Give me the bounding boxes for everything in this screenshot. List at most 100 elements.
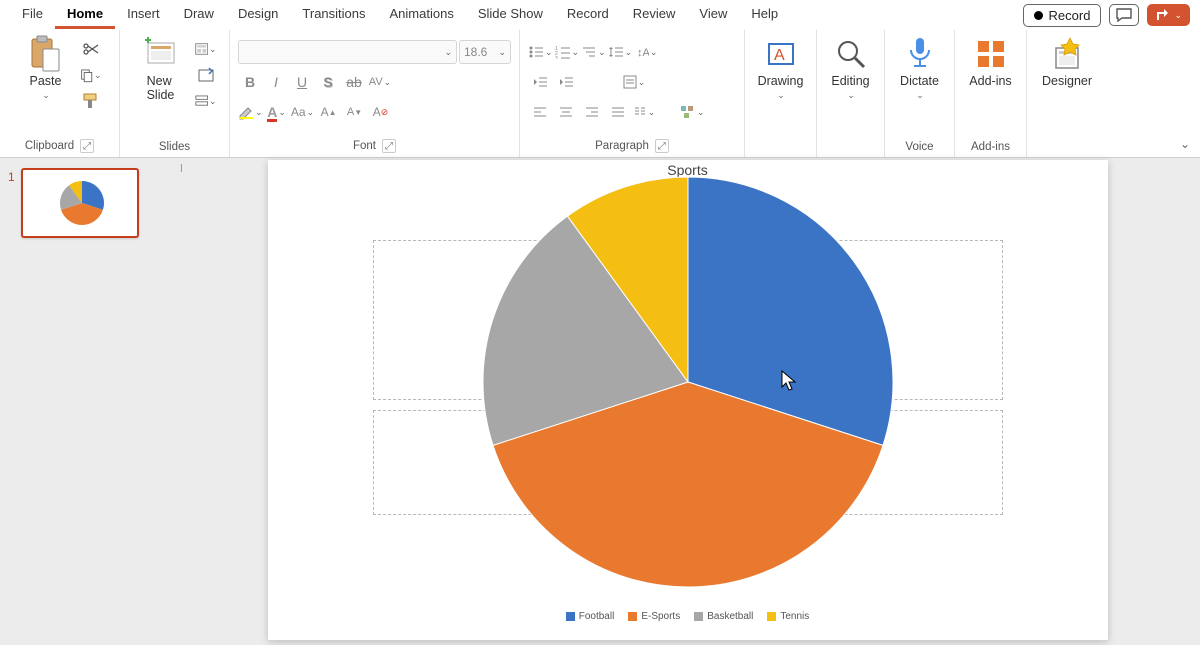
bold-button[interactable]: B — [238, 70, 262, 94]
align-center-button[interactable] — [554, 100, 578, 124]
new-slide-button[interactable]: New Slide — [133, 34, 189, 104]
menu-tab-home[interactable]: Home — [55, 1, 115, 29]
legend-item: Basketball — [694, 611, 753, 622]
ribbon-collapse-button[interactable]: ⌄ — [1180, 137, 1190, 151]
slide-thumbnail-1[interactable] — [21, 168, 139, 238]
list-level-button[interactable]: ⌄ — [581, 40, 606, 64]
layout-button[interactable]: ⌄ — [195, 38, 217, 60]
numbering-button[interactable]: 123⌄ — [555, 40, 580, 64]
paragraph-label: Paragraph — [595, 140, 649, 152]
menu-tab-record[interactable]: Record — [555, 1, 621, 29]
strike-button[interactable]: ab — [342, 70, 366, 94]
reset-button[interactable] — [195, 64, 217, 86]
grow-font-button[interactable]: A▲ — [317, 100, 341, 124]
share-button[interactable]: ⌄ — [1147, 4, 1190, 26]
menu-tab-help[interactable]: Help — [739, 1, 790, 29]
menu-tab-view[interactable]: View — [687, 1, 739, 29]
record-button[interactable]: Record — [1023, 4, 1102, 27]
scissors-icon — [83, 41, 99, 57]
line-spacing-icon — [608, 45, 624, 59]
svg-text:A: A — [774, 47, 785, 64]
legend-swatch — [767, 612, 776, 621]
format-painter-button[interactable] — [80, 90, 102, 112]
slide-canvas-area[interactable]: Sports FootballE-SportsBasketballTennis — [175, 158, 1200, 645]
find-icon — [833, 36, 869, 72]
columns-icon — [633, 106, 647, 118]
font-color-button[interactable]: A⌄ — [265, 100, 289, 124]
clear-format-button[interactable]: A⊘ — [369, 100, 393, 124]
mic-icon — [902, 36, 938, 72]
bullets-icon — [528, 45, 544, 59]
smartart-icon — [680, 105, 696, 119]
decrease-indent-button[interactable] — [528, 70, 552, 94]
menu-bar: FileHomeInsertDrawDesignTransitionsAnima… — [0, 0, 1200, 30]
section-icon — [195, 93, 208, 109]
clipboard-launcher[interactable]: ⤢ — [80, 139, 94, 153]
align-left-button[interactable] — [528, 100, 552, 124]
legend-item: Football — [566, 611, 615, 622]
increase-indent-button[interactable] — [554, 70, 578, 94]
menu-tab-design[interactable]: Design — [226, 1, 290, 29]
menu-tab-slide-show[interactable]: Slide Show — [466, 1, 555, 29]
copy-button[interactable]: ⌄ — [80, 64, 102, 86]
menu-tab-transitions[interactable]: Transitions — [290, 1, 377, 29]
work-area: 1 Sports FootballE-SportsBasketballTenni… — [0, 158, 1200, 645]
font-launcher[interactable]: ⤢ — [382, 139, 396, 153]
record-label: Record — [1049, 8, 1091, 23]
pie-chart[interactable] — [478, 172, 898, 592]
drawing-label: Drawing — [758, 74, 804, 88]
numbering-icon: 123 — [555, 45, 571, 59]
paragraph-launcher[interactable]: ⤢ — [655, 139, 669, 153]
smartart-button[interactable]: ⌄ — [680, 100, 705, 124]
drawing-button[interactable]: A Drawing⌄ — [752, 34, 810, 103]
bullets-button[interactable]: ⌄ — [528, 40, 553, 64]
highlight-button[interactable]: ⌄ — [238, 100, 263, 124]
editing-button[interactable]: Editing⌄ — [823, 34, 879, 103]
menu-tab-animations[interactable]: Animations — [378, 1, 466, 29]
addins-group-label: Add-ins — [971, 141, 1010, 153]
font-name-combo[interactable]: ⌄ — [238, 40, 457, 64]
align-right-button[interactable] — [580, 100, 604, 124]
designer-icon — [1049, 36, 1085, 72]
underline-button[interactable]: U — [290, 70, 314, 94]
menu-tab-review[interactable]: Review — [621, 1, 688, 29]
svg-text:3: 3 — [555, 56, 558, 59]
addins-button[interactable]: Add-ins — [963, 34, 1019, 90]
addins-label: Add-ins — [969, 74, 1011, 88]
align-left-icon — [533, 106, 547, 118]
cut-button[interactable] — [80, 38, 102, 60]
justify-button[interactable] — [606, 100, 630, 124]
slide-thumbnail-panel[interactable]: 1 — [0, 158, 175, 645]
shadow-button[interactable]: S — [316, 70, 340, 94]
list-level-icon — [581, 45, 597, 59]
section-button[interactable]: ⌄ — [195, 90, 217, 112]
columns-button[interactable]: ⌄ — [632, 100, 656, 124]
shrink-font-button[interactable]: A▼ — [343, 100, 367, 124]
font-size-combo[interactable]: 18.6⌄ — [459, 40, 511, 64]
slide[interactable]: Sports FootballE-SportsBasketballTennis — [268, 160, 1108, 640]
legend-item: E-Sports — [628, 611, 680, 622]
italic-button[interactable]: I — [264, 70, 288, 94]
spacing-button[interactable]: AV⌄ — [368, 70, 392, 94]
comments-button[interactable] — [1109, 4, 1139, 26]
slides-label: Slides — [159, 141, 190, 153]
menu-tab-insert[interactable]: Insert — [115, 1, 172, 29]
group-paragraph: ⌄ 123⌄ ⌄ ⌄ ↕A⌄ ⌄ ⌄ ⌄ Paragra — [520, 30, 745, 157]
line-spacing-button[interactable]: ⌄ — [608, 40, 633, 64]
change-case-button[interactable]: Aa⌄ — [291, 100, 315, 124]
svg-text:↕A: ↕A — [637, 47, 649, 59]
dictate-button[interactable]: Dictate⌄ — [892, 34, 948, 103]
thumb-number: 1 — [8, 170, 15, 184]
menu-tab-draw[interactable]: Draw — [172, 1, 226, 29]
drawing-icon: A — [763, 36, 799, 72]
align-text-button[interactable]: ⌄ — [622, 70, 646, 94]
editing-label: Editing — [831, 74, 869, 88]
designer-button[interactable]: Designer — [1036, 34, 1098, 90]
text-direction-button[interactable]: ↕A⌄ — [634, 40, 658, 64]
paste-button[interactable]: Paste ⌄ — [18, 34, 74, 103]
justify-icon — [611, 106, 625, 118]
group-addins: Add-ins Add-ins — [955, 30, 1027, 157]
copy-icon — [80, 67, 93, 83]
menu-tab-file[interactable]: File — [10, 1, 55, 29]
legend-swatch — [566, 612, 575, 621]
